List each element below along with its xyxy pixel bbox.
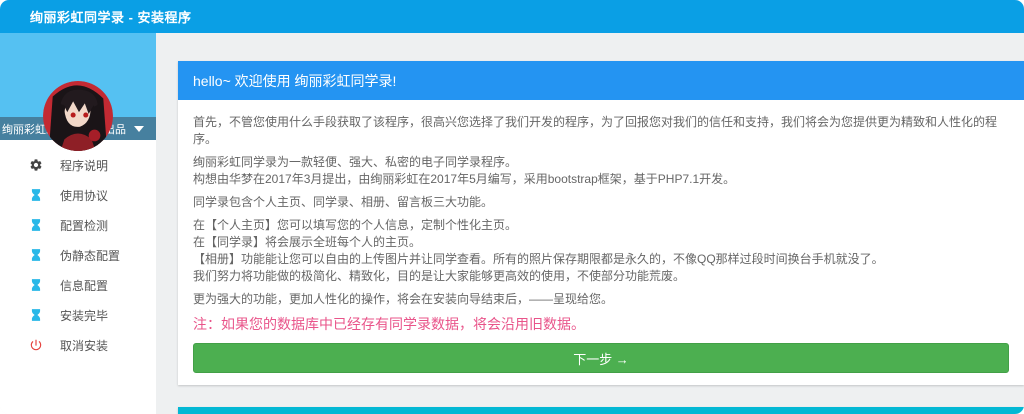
sidebar: 绚丽彩虹工作室 荣誉出品 程序说明 使用协议 — [0, 33, 156, 414]
power-icon — [29, 338, 43, 352]
titlebar: 绚丽彩虹同学录 - 安装程序 — [0, 0, 1024, 33]
main-content: hello~ 欢迎使用 绚丽彩虹同学录! 首先，不管您使用什么手段获取了该程序，… — [156, 33, 1024, 414]
changelog-panel: 更新日志 —— 当前版本:1.5 修复版 (1005) — [178, 407, 1024, 414]
menu-label: 取消安装 — [60, 338, 109, 353]
welcome-title: hello~ 欢迎使用 绚丽彩虹同学录! — [193, 72, 397, 89]
changelog-panel-header: 更新日志 —— 当前版本:1.5 修复版 (1005) — [178, 407, 1024, 414]
avatar-section — [0, 33, 156, 151]
menu-label: 配置检测 — [60, 218, 109, 233]
anime-girl-avatar-icon — [43, 81, 113, 151]
panel-gap — [178, 385, 1024, 407]
features-detail-paragraph: 在【个人主页】您可以填写您的个人信息，定制个性化主页。 在【同学录】将会展示全班… — [193, 218, 884, 283]
menu-item-program-info[interactable]: 程序说明 — [0, 150, 156, 180]
menu-item-info-config[interactable]: 信息配置 — [0, 270, 156, 300]
menu-item-install-done[interactable]: 安装完毕 — [0, 300, 156, 330]
menu-label: 信息配置 — [60, 278, 109, 293]
window-title: 绚丽彩虹同学录 - 安装程序 — [30, 10, 192, 25]
hourglass-icon — [29, 218, 43, 232]
menu-item-env-check[interactable]: 配置检测 — [0, 210, 156, 240]
database-note: 注：如果您的数据库中已经存有同学录数据，将会沿用旧数据。 — [193, 316, 585, 332]
about-paragraph: 绚丽彩虹同学录为一款轻便、强大、私密的电子同学录程序。 构想由华梦在2017年3… — [193, 155, 736, 186]
menu-label: 伪静态配置 — [60, 248, 121, 263]
hourglass-icon — [29, 278, 43, 292]
hourglass-icon — [29, 188, 43, 202]
menu-item-cancel-install[interactable]: 取消安装 — [0, 330, 156, 360]
caret-down-icon — [134, 125, 144, 132]
next-step-button[interactable]: 下一步 → — [193, 343, 1009, 373]
menu-label: 使用协议 — [60, 188, 109, 203]
closing-paragraph: 更为强大的功能，更加人性化的操作，将会在安装向导结束后，——呈现给您。 — [193, 292, 614, 306]
gear-icon — [29, 158, 43, 172]
hourglass-icon — [29, 308, 43, 322]
install-steps-menu: 程序说明 使用协议 配置检测 伪静态配置 信息配置 安装完毕 取消安装 — [0, 140, 156, 414]
welcome-panel-body: 首先，不管您使用什么手段获取了该程序，很高兴您选择了我们开发的程序，为了回报您对… — [178, 100, 1024, 385]
installer-window: 绚丽彩虹同学录 - 安装程序 绚丽彩虹工作室 程序说明 使用协议 配置检测 伪静… — [0, 0, 1024, 414]
welcome-panel: hello~ 欢迎使用 绚丽彩虹同学录! 首先，不管您使用什么手段获取了该程序，… — [178, 61, 1024, 385]
hourglass-icon — [29, 248, 43, 262]
layout: 绚丽彩虹工作室 荣誉出品 程序说明 使用协议 — [0, 33, 1024, 414]
welcome-panel-header: hello~ 欢迎使用 绚丽彩虹同学录! — [178, 61, 1024, 100]
intro-paragraph: 首先，不管您使用什么手段获取了该程序，很高兴您选择了我们开发的程序，为了回报您对… — [193, 115, 998, 146]
menu-item-rewrite-config[interactable]: 伪静态配置 — [0, 240, 156, 270]
menu-item-license[interactable]: 使用协议 — [0, 180, 156, 210]
menu-label: 程序说明 — [60, 158, 109, 173]
features-summary-paragraph: 同学录包含个人主页、同学录、相册、留言板三大功能。 — [193, 195, 494, 209]
menu-label: 安装完毕 — [60, 308, 109, 323]
